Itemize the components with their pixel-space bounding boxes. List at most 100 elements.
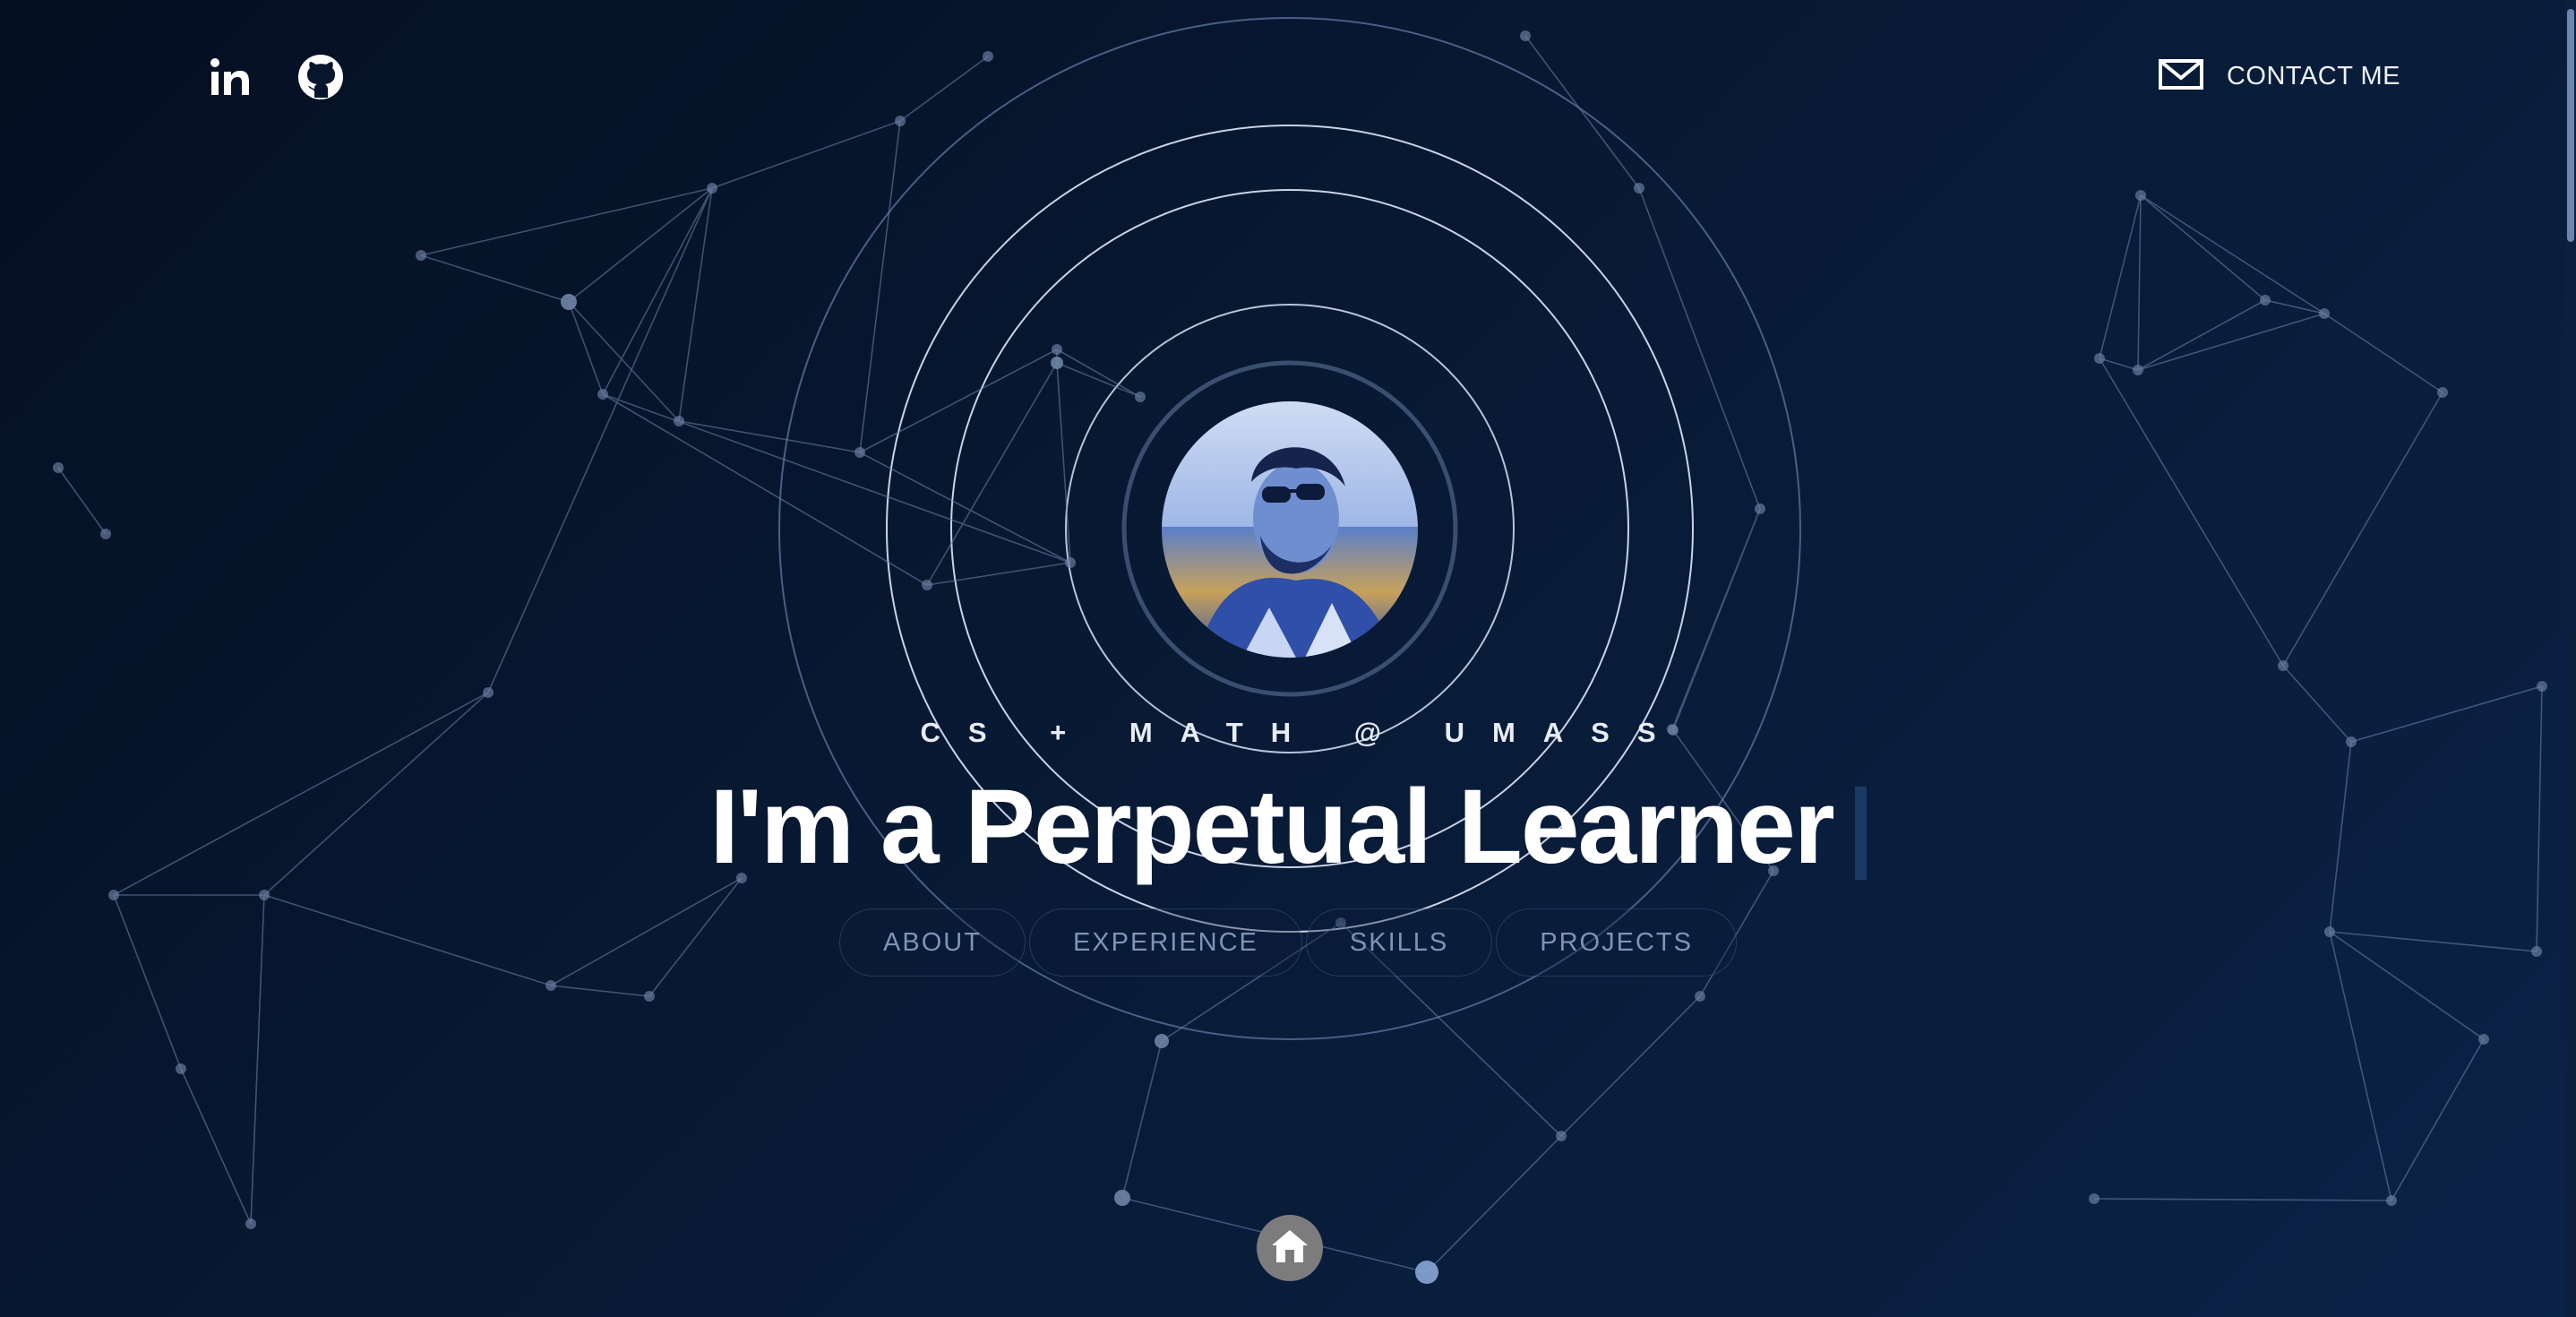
network-node	[2260, 295, 2271, 306]
network-node	[259, 890, 270, 900]
network-link	[859, 349, 1058, 453]
network-link	[2137, 313, 2325, 371]
network-link	[711, 120, 901, 189]
network-node	[1556, 1131, 1567, 1141]
network-node	[2278, 660, 2288, 671]
network-link	[568, 301, 680, 422]
network-link	[678, 187, 713, 422]
network-node	[1051, 357, 1063, 369]
section-nav: ABOUT EXPERIENCE SKILLS PROJECTS	[0, 908, 2576, 977]
network-link	[2140, 194, 2325, 314]
network-node	[2094, 353, 2105, 364]
network-node	[674, 416, 684, 426]
network-node	[1755, 504, 1765, 514]
network-node	[707, 183, 717, 194]
network-node	[2089, 1193, 2099, 1204]
headline: I'm a Perpetual Learner	[709, 768, 1834, 886]
network-link	[859, 452, 1071, 564]
network-link	[1056, 362, 1141, 398]
network-link	[602, 393, 1071, 564]
network-link	[1671, 508, 1761, 730]
network-node	[108, 890, 119, 900]
network-node	[100, 529, 111, 539]
network-link	[899, 56, 989, 122]
scrollbar-thumb[interactable]	[2567, 9, 2574, 242]
profile-photo	[1162, 401, 1418, 658]
network-link	[678, 420, 861, 453]
network-link	[420, 187, 713, 256]
home-icon	[1269, 1227, 1310, 1270]
network-node	[1695, 991, 1705, 1002]
network-node	[1114, 1190, 1130, 1206]
network-node	[1634, 183, 1644, 194]
network-node	[2133, 365, 2143, 375]
network-node	[561, 294, 577, 310]
network-link	[1121, 1040, 1163, 1199]
network-node	[2386, 1195, 2397, 1206]
network-link	[2323, 313, 2443, 393]
particle-network-background	[53, 17, 2547, 1284]
scrollbar[interactable]	[2565, 0, 2576, 1317]
network-link	[602, 393, 928, 586]
network-node	[597, 389, 608, 400]
network-node	[1155, 1034, 1169, 1048]
typing-cursor	[1854, 787, 1867, 880]
headline-row: I'm a Perpetual Learner	[0, 766, 2576, 888]
network-link	[1524, 35, 1640, 189]
social-links	[204, 52, 346, 102]
network-node	[854, 447, 865, 458]
network-node	[245, 1218, 256, 1229]
network-link	[180, 1068, 252, 1225]
tagline: CS + MATH @ UMASS	[920, 717, 1684, 748]
network-link	[1638, 187, 1761, 510]
network-node	[2478, 1034, 2489, 1045]
contact-me-link[interactable]: CONTACT ME	[2158, 59, 2400, 94]
network-link	[550, 985, 650, 997]
nav-label: PROJECTS	[1540, 927, 1693, 957]
nav-label: EXPERIENCE	[1072, 927, 1258, 957]
network-link	[2137, 299, 2266, 371]
network-link	[487, 187, 713, 693]
network-link	[420, 254, 570, 303]
network-node	[1135, 392, 1146, 402]
network-link	[602, 187, 713, 395]
network-link	[2099, 194, 2142, 359]
mail-icon	[2158, 59, 2203, 94]
network-node	[545, 980, 556, 991]
contact-me-label: CONTACT ME	[2226, 62, 2400, 90]
network-link	[2137, 194, 2142, 371]
network-node	[416, 250, 426, 261]
network-node	[2319, 308, 2330, 319]
nav-about[interactable]: ABOUT	[839, 908, 1026, 977]
network-link	[926, 362, 1058, 586]
linkedin-icon[interactable]	[204, 52, 254, 102]
network-link	[2140, 194, 2266, 301]
network-node	[483, 687, 494, 698]
network-node	[1415, 1261, 1438, 1284]
nav-experience[interactable]: EXPERIENCE	[1028, 908, 1302, 977]
network-node	[983, 51, 993, 62]
network-link	[859, 120, 901, 453]
network-link	[568, 301, 604, 395]
network-link	[1056, 362, 1071, 564]
network-node	[2537, 681, 2547, 692]
network-node	[176, 1063, 186, 1074]
nav-label: ABOUT	[883, 927, 982, 957]
home-button[interactable]	[1257, 1215, 1323, 1281]
network-node	[644, 991, 655, 1002]
network-link	[2093, 1198, 2392, 1201]
network-node	[53, 462, 64, 473]
network-node	[895, 116, 906, 126]
network-node	[2437, 387, 2448, 398]
network-link	[1560, 995, 1701, 1137]
nav-skills[interactable]: SKILLS	[1305, 908, 1493, 977]
github-icon[interactable]	[296, 52, 346, 102]
network-link	[926, 562, 1071, 586]
network-node	[2135, 190, 2146, 201]
network-link	[2391, 1038, 2485, 1201]
nav-label: SKILLS	[1349, 927, 1449, 957]
network-link	[57, 467, 107, 535]
network-node	[922, 580, 932, 590]
nav-projects[interactable]: PROJECTS	[1496, 908, 1737, 977]
network-node	[1052, 344, 1062, 355]
